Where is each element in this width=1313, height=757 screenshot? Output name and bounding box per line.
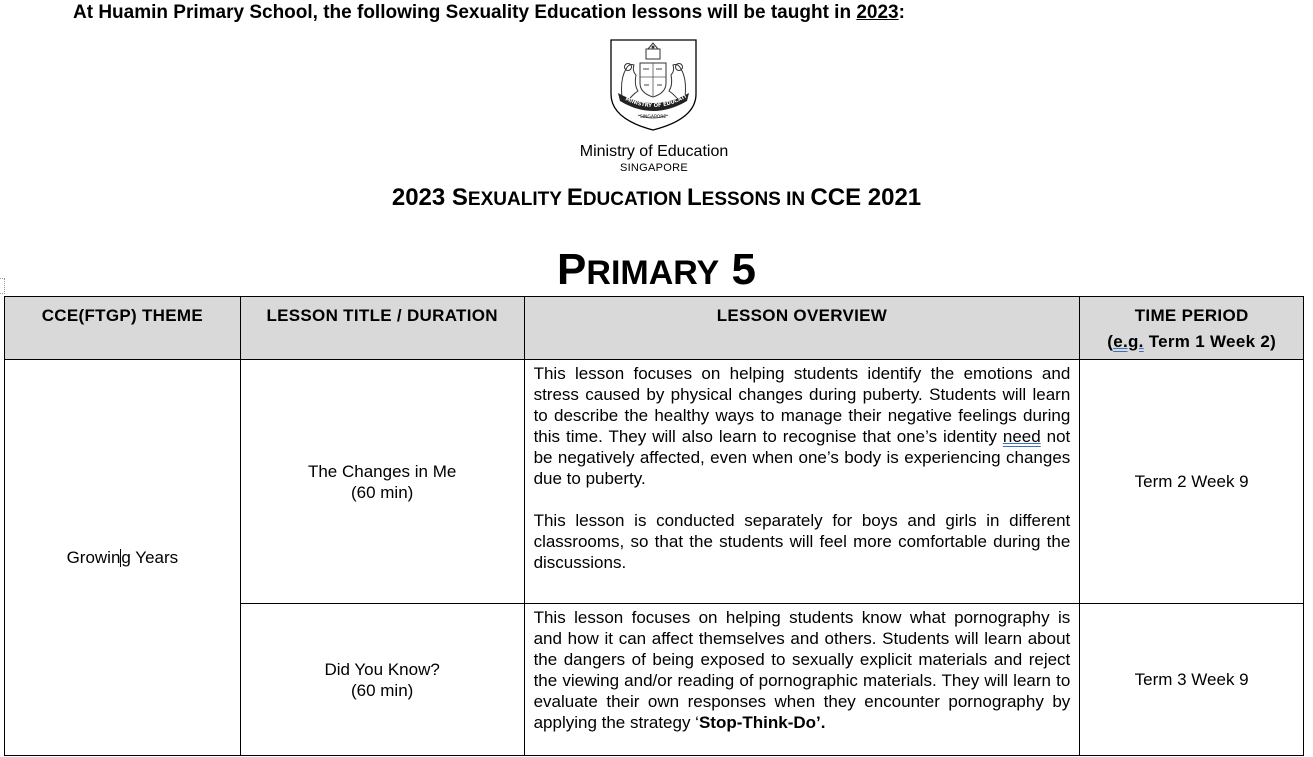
table-header-row: CCE(FTGP) THEME LESSON TITLE / DURATION … <box>4 296 1304 360</box>
grammar-flag-need[interactable]: need <box>1003 427 1041 446</box>
lesson-overview-cell: This lesson focuses on helping students … <box>523 603 1081 756</box>
intro-sentence: At Huamin Primary School, the following … <box>73 2 905 24</box>
ministry-name-block: Ministry of Education SINGAPORE <box>554 143 754 175</box>
document-title: 2023 SEXUALITY EDUCATION LESSONS IN CCE … <box>391 184 922 211</box>
lesson-overview-cell: This lesson focuses on helping students … <box>523 359 1081 604</box>
lessons-table: CCE(FTGP) THEME LESSON TITLE / DURATION … <box>4 296 1304 756</box>
header-lesson-title: LESSON TITLE / DURATION <box>239 296 525 360</box>
lesson-title: The Changes in Me <box>307 461 457 481</box>
lesson-title-cell: Did You Know? (60 min) <box>239 603 525 756</box>
time-period-cell: Term 2 Week 9 <box>1079 359 1304 604</box>
table-move-handle[interactable] <box>0 278 5 294</box>
header-theme: CCE(FTGP) THEME <box>4 296 241 360</box>
ministry-country: SINGAPORE <box>619 162 689 174</box>
lesson-title: Did You Know? <box>324 659 440 679</box>
ministry-name: Ministry of Education <box>579 143 729 160</box>
time-eg: e.g. <box>1113 332 1144 351</box>
intro-text: At Huamin Primary School, the following … <box>73 2 857 23</box>
lesson-duration: (60 min) <box>350 482 414 502</box>
intro-colon: : <box>898 2 905 23</box>
level-heading: PRIMARY 5 <box>557 245 756 294</box>
header-overview: LESSON OVERVIEW <box>523 296 1081 360</box>
header-time-period: TIME PERIOD (e.g. Term 1 Week 2) <box>1079 296 1304 360</box>
time-period-cell: Term 3 Week 9 <box>1079 603 1304 756</box>
theme-cell[interactable]: Growing Years <box>4 359 241 756</box>
lesson-duration: (60 min) <box>350 680 414 700</box>
moe-singapore-crest-icon: MINISTRY OF EDUCATION SINGAPORE <box>610 39 697 131</box>
strategy-name: Stop-Think-Do’. <box>698 713 826 732</box>
intro-year: 2023 <box>856 2 899 23</box>
lesson-title-cell: The Changes in Me (60 min) <box>239 359 525 604</box>
table-row: Growing Years The Changes in Me (60 min)… <box>4 359 1304 756</box>
